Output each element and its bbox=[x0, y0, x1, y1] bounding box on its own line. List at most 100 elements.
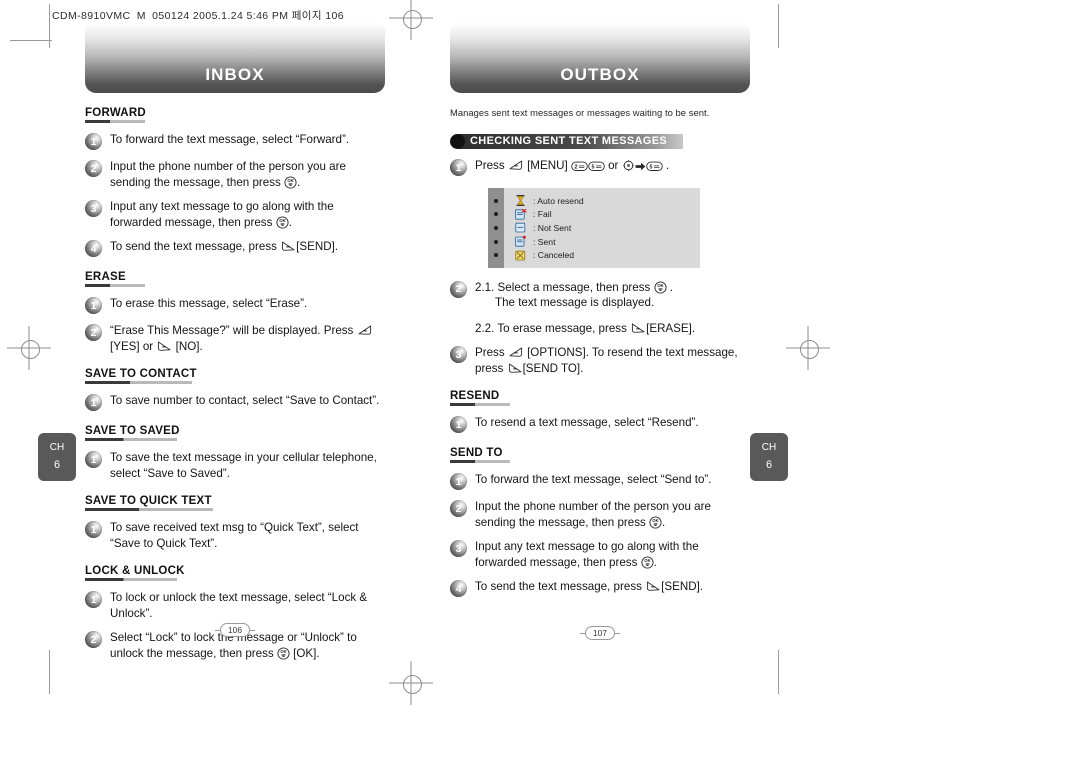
step-text-fragment: Press bbox=[475, 159, 508, 172]
regmark-circle bbox=[799, 339, 819, 359]
step-number-badge: 1 bbox=[85, 297, 102, 314]
step-number: 3 bbox=[455, 348, 462, 361]
step-body-text: To erase this message, select “Erase”. bbox=[110, 296, 385, 312]
svg-text:OK: OK bbox=[280, 649, 286, 654]
substep-2-1-text: 2.1. Select a message, then press bbox=[475, 280, 654, 294]
step-text-fragment: [SEND]. bbox=[296, 240, 339, 253]
step-text-fragment: . bbox=[662, 515, 666, 529]
step-text-fragment: To forward the text message, select “Sen… bbox=[475, 473, 712, 487]
step-number-badge: 3 bbox=[450, 540, 467, 558]
outbox-banner-title: OUTBOX bbox=[560, 65, 640, 84]
step-text-fragment: To send the text message, press bbox=[110, 240, 281, 253]
step-number: 3 bbox=[455, 542, 462, 555]
message-not-sent-icon bbox=[514, 221, 527, 234]
legend-row: : Not Sent bbox=[514, 221, 700, 235]
step-body-text: Input any text message to go along with … bbox=[475, 539, 750, 570]
instruction-step: 3 Input any text message to go along with… bbox=[450, 539, 750, 570]
step-body-text: To lock or unlock the text message, sele… bbox=[110, 590, 385, 621]
instruction-step: 1 To forward the text message, select “Fo… bbox=[85, 132, 385, 150]
step-text-fragment: To send the text message, press bbox=[475, 580, 646, 594]
legend-label: : Auto resend bbox=[533, 195, 584, 206]
chapter-tab-left-label: CH bbox=[49, 442, 65, 453]
inbox-banner-title: INBOX bbox=[205, 65, 265, 84]
substep-2-2-text: 2.2. To erase message, press bbox=[475, 321, 631, 335]
right-soft-key bbox=[507, 362, 523, 375]
step-number: 3 bbox=[90, 202, 97, 215]
chapter-tab-right-label: CH bbox=[761, 442, 777, 453]
step-text-fragment: To forward the text message, select “For… bbox=[110, 133, 350, 146]
step-body-text: “Erase This Message?” will be displayed.… bbox=[110, 323, 385, 354]
instruction-step: 2 Input the phone number of the person yo… bbox=[85, 159, 385, 190]
manual-section: SAVE TO CONTACT 1 To save number to contac… bbox=[85, 354, 385, 411]
instruction-step: 1 To lock or unlock the text message, sel… bbox=[85, 590, 385, 621]
section-heading: ERASE bbox=[85, 271, 126, 283]
legend-rail-dot bbox=[494, 212, 498, 217]
right-soft-key bbox=[645, 580, 661, 593]
legend-rail bbox=[488, 188, 504, 268]
step-text-fragment: or bbox=[604, 159, 622, 172]
substep-2-2-tail: [ERASE]. bbox=[646, 321, 696, 335]
outbox-intro-text: Manages sent text messages or messages w… bbox=[450, 107, 710, 118]
regmark-circle bbox=[402, 674, 422, 694]
chapter-tab-left-number: 6 bbox=[53, 459, 61, 471]
step-number: 1 bbox=[455, 475, 462, 488]
step-text-fragment: Input the phone number of the person you… bbox=[475, 500, 711, 529]
manual-section: ERASE 1 To erase this message, select “Era… bbox=[85, 257, 385, 354]
step-text-fragment: . bbox=[288, 215, 292, 229]
step-text-fragment: Input the phone number of the person you… bbox=[110, 160, 346, 189]
arrow-right-icon bbox=[635, 161, 646, 172]
step-text-fragment: . bbox=[297, 175, 301, 189]
ok-key: OK bbox=[653, 281, 667, 294]
trim-line-bottom-right-vertical bbox=[778, 650, 779, 694]
svg-text:5: 5 bbox=[591, 165, 594, 171]
step-number-badge: 4 bbox=[450, 580, 467, 598]
step-number: 2 bbox=[455, 283, 462, 296]
svg-text:OK: OK bbox=[644, 558, 650, 563]
step-body-text: To forward the text message, select “For… bbox=[110, 132, 385, 148]
inbox-banner: INBOX bbox=[85, 20, 385, 93]
step-number-badge: 1 bbox=[85, 133, 102, 150]
section-heading: SEND TO bbox=[450, 447, 503, 460]
svg-text:OK: OK bbox=[287, 178, 293, 183]
step-text-fragment: . bbox=[653, 555, 657, 569]
section-heading: LOCK & UNLOCK bbox=[85, 565, 185, 577]
manual-section: FORWARD 1 To forward the text message, sel… bbox=[85, 93, 385, 257]
message-sent-icon bbox=[514, 235, 527, 248]
ok-key: OK bbox=[277, 646, 290, 660]
step-text-fragment: Press bbox=[475, 346, 508, 360]
ok-key: OK bbox=[641, 556, 654, 569]
step-body-text: To resend a text message, select “Resend… bbox=[475, 415, 750, 431]
legend-row: : Fail bbox=[514, 208, 700, 222]
legend-label: : Not Sent bbox=[533, 222, 572, 233]
regmark-circle bbox=[402, 9, 422, 29]
instruction-step: 4 To send the text message, press [SEND]. bbox=[85, 239, 385, 257]
instruction-step: 1 To save number to contact, select “Save… bbox=[85, 393, 385, 411]
step-number-badge: 1 bbox=[85, 394, 102, 411]
ok-key: OK bbox=[276, 215, 289, 229]
left-soft-key bbox=[508, 346, 524, 359]
step-number: 4 bbox=[90, 242, 97, 255]
trim-line-bottom-left-vertical bbox=[49, 650, 50, 694]
chapter-tab-right-number: 6 bbox=[765, 459, 773, 471]
chapter-tab-left: CH 6 bbox=[38, 433, 76, 481]
step-number-badge: 3 bbox=[85, 200, 102, 217]
svg-text:5: 5 bbox=[649, 165, 652, 171]
step-text-fragment: To save number to contact, select “Save … bbox=[110, 394, 380, 407]
step-number: 2 bbox=[90, 326, 97, 339]
svg-text:OK: OK bbox=[657, 283, 663, 288]
section-heading: SAVE TO SAVED bbox=[85, 425, 180, 437]
step-number-badge: 1 bbox=[450, 473, 467, 491]
step-number: 1 bbox=[90, 299, 97, 312]
legend-label: : Fail bbox=[533, 209, 552, 220]
instruction-step: 2 “Erase This Message?” will be displayed… bbox=[85, 323, 385, 354]
legend-row: : Auto resend bbox=[514, 194, 700, 208]
num-5-key: 5 bbox=[645, 161, 663, 172]
step-body-text: Input the phone number of the person you… bbox=[110, 159, 385, 190]
left-page-number-wrap: 106 bbox=[85, 620, 385, 638]
step-body-text: To send the text message, press [SEND]. bbox=[475, 579, 750, 595]
hourglass-icon bbox=[514, 194, 527, 207]
substep-2-1: 2.1. Select a message, then press OK . bbox=[475, 280, 750, 296]
instruction-step: 3 Input any text message to go along with… bbox=[85, 199, 385, 230]
step-text-fragment: [YES] or bbox=[110, 339, 157, 353]
instruction-step: 2 Input the phone number of the person yo… bbox=[450, 499, 750, 530]
